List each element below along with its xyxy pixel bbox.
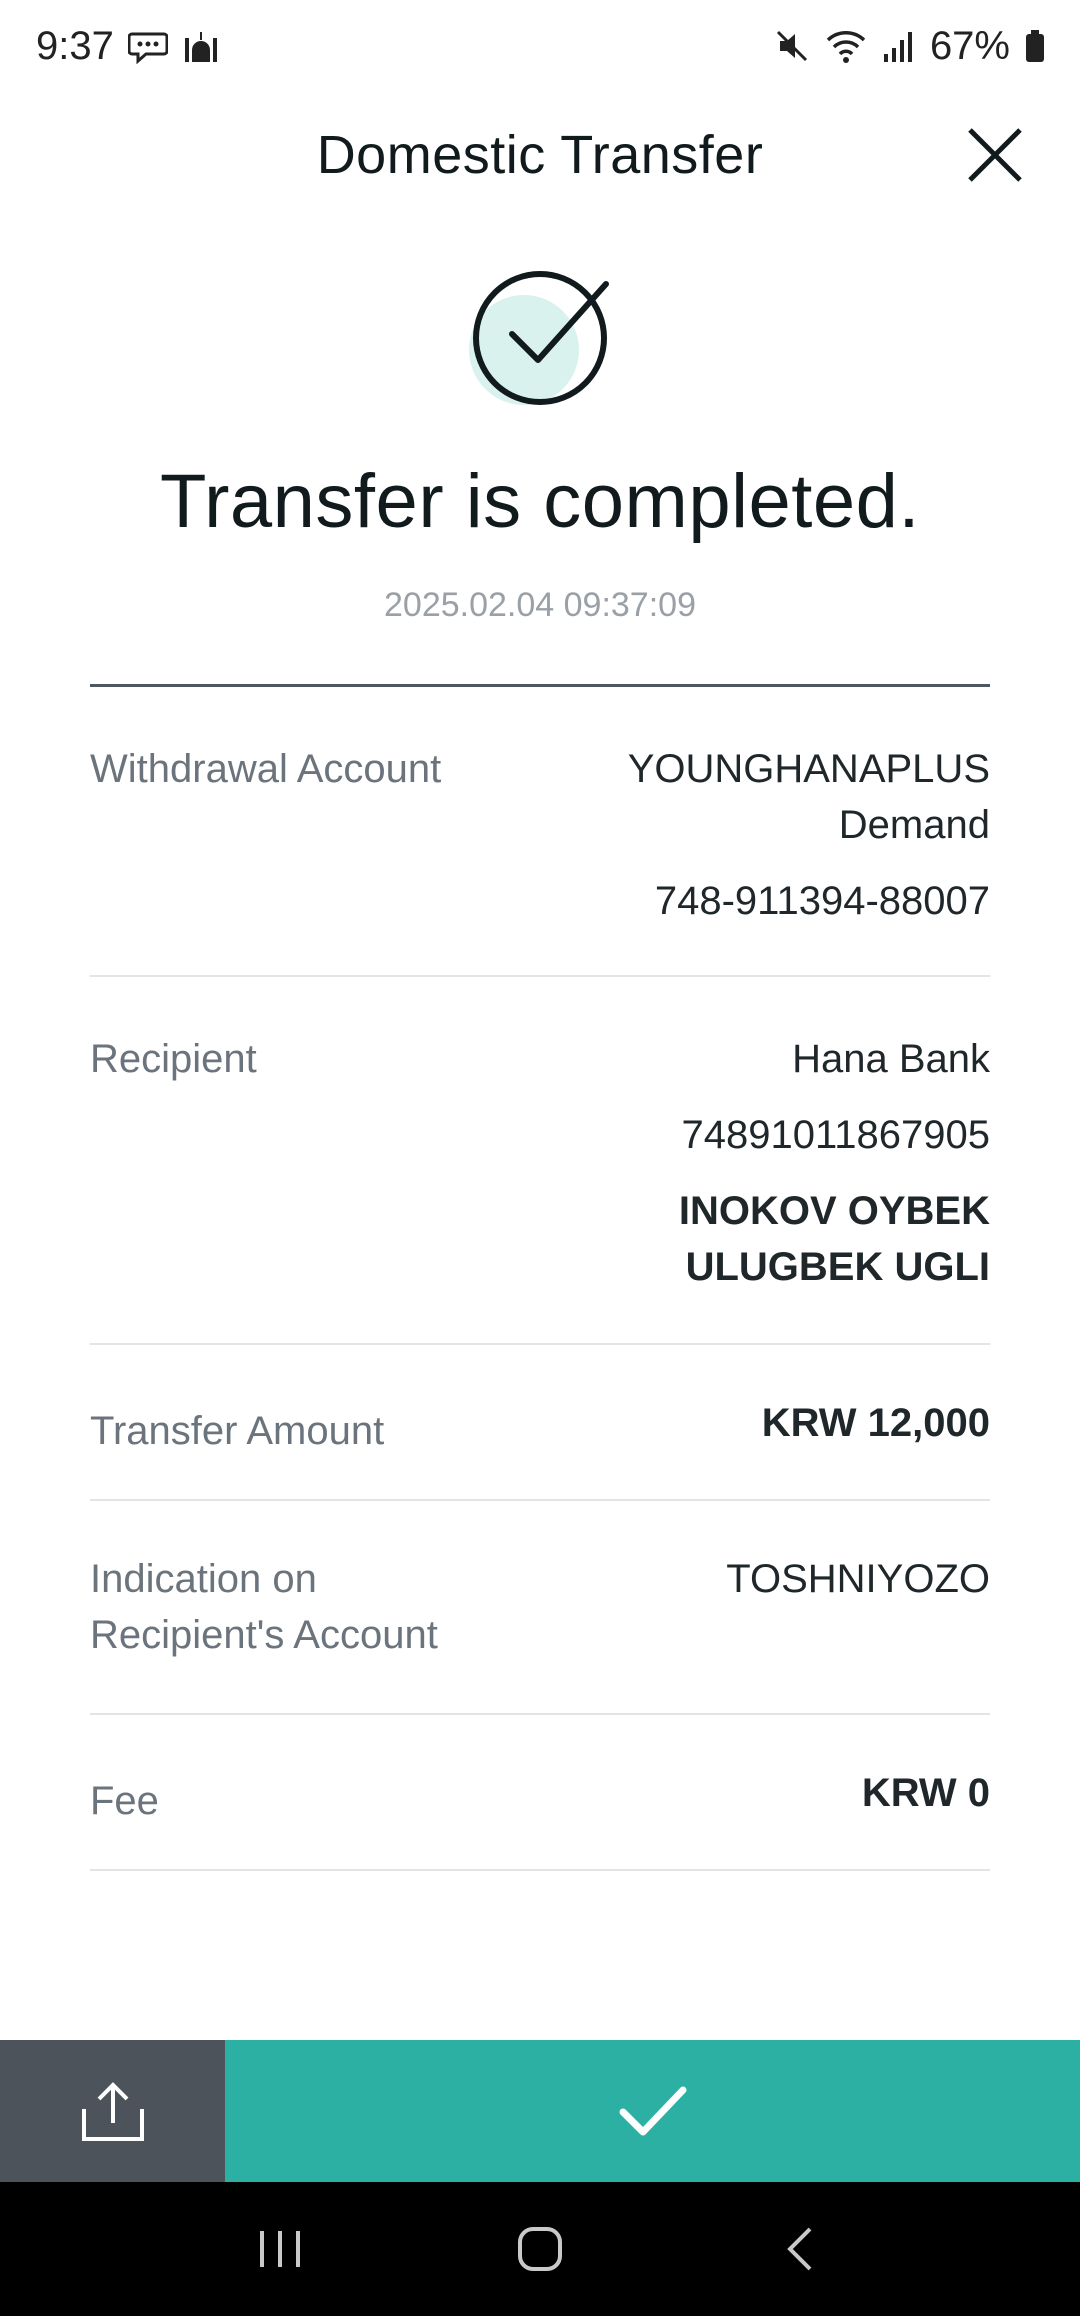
- close-icon: [968, 128, 1022, 182]
- mosque-icon: [182, 28, 220, 64]
- check-circle-icon: [462, 262, 622, 422]
- withdrawal-account-row: Withdrawal Account YOUNGHANAPLUS Demand …: [90, 687, 990, 977]
- signal-icon: [882, 28, 912, 64]
- home-icon: [518, 2227, 562, 2271]
- fee-values: KRW 0: [862, 1765, 990, 1821]
- back-button[interactable]: [755, 2204, 845, 2294]
- mute-icon: [774, 28, 810, 64]
- withdrawal-account-number: 748-911394-88007: [654, 879, 990, 923]
- transfer-amount-label: Transfer Amount: [90, 1409, 385, 1453]
- transfer-details: Withdrawal Account YOUNGHANAPLUS Demand …: [90, 687, 990, 1871]
- transfer-amount-values: KRW 12,000: [762, 1395, 990, 1451]
- home-button[interactable]: [495, 2204, 585, 2294]
- transfer-complete-screen: 9:37 67% Domestic Transfer Transfer is c…: [0, 0, 1080, 2316]
- indication-row: Indication on Recipient's Account TOSHNI…: [90, 1501, 990, 1715]
- share-button[interactable]: [0, 2040, 225, 2182]
- battery-level: 67%: [929, 23, 1010, 68]
- checkmark-icon: [619, 2086, 686, 2136]
- chat-icon: [127, 28, 168, 64]
- status-left: 9:37: [36, 24, 220, 69]
- action-bar: [0, 2040, 1080, 2182]
- indication-values: TOSHNIYOZO: [726, 1551, 990, 1607]
- recents-icon: [260, 2231, 300, 2267]
- withdrawal-account-name-line1: YOUNGHANAPLUS: [627, 747, 990, 791]
- fee-label: Fee: [90, 1779, 159, 1823]
- fee-value: KRW 0: [861, 1771, 990, 1815]
- wifi-icon: [824, 28, 868, 64]
- withdrawal-account-name-line2: Demand: [838, 803, 990, 847]
- page-title: Domestic Transfer: [316, 125, 764, 185]
- fee-row: Fee KRW 0: [90, 1715, 990, 1871]
- recipient-account-number: 74891011867905: [681, 1113, 990, 1157]
- close-button[interactable]: [960, 120, 1030, 190]
- status-time: 9:37: [36, 23, 114, 68]
- indication-label: Indication on Recipient's Account: [90, 1551, 438, 1663]
- transfer-amount-row: Transfer Amount KRW 12,000: [90, 1345, 990, 1501]
- withdrawal-account-label: Withdrawal Account: [90, 747, 442, 791]
- transfer-amount-value: KRW 12,000: [761, 1401, 990, 1445]
- confirm-button[interactable]: [225, 2040, 1080, 2182]
- back-icon: [787, 2227, 812, 2271]
- battery-icon: [1024, 28, 1046, 64]
- recipient-values: Hana Bank 74891011867905 INOKOV OYBEK UL…: [679, 1031, 990, 1295]
- indication-label-line2: Recipient's Account: [90, 1613, 438, 1657]
- share-icon: [81, 2082, 144, 2141]
- recipient-label: Recipient: [90, 1037, 257, 1081]
- indication-label-line1: Indication on: [90, 1557, 317, 1601]
- status-right: 67%: [774, 24, 1046, 69]
- recipient-name-line2: ULUGBEK UGLI: [685, 1245, 990, 1289]
- status-bar: 9:37 67%: [0, 0, 1080, 92]
- completion-title: Transfer is completed.: [159, 459, 920, 544]
- header: Domestic Transfer: [0, 100, 1080, 210]
- completion-timestamp: 2025.02.04 09:37:09: [384, 586, 696, 624]
- recipient-row: Recipient Hana Bank 74891011867905 INOKO…: [90, 977, 990, 1345]
- recipient-bank: Hana Bank: [792, 1037, 990, 1081]
- system-nav-bar: [0, 2182, 1080, 2316]
- withdrawal-account-values: YOUNGHANAPLUS Demand 748-911394-88007: [628, 741, 990, 929]
- recents-button[interactable]: [235, 2204, 325, 2294]
- indication-value: TOSHNIYOZO: [726, 1557, 990, 1601]
- recipient-name-line1: INOKOV OYBEK: [678, 1189, 990, 1233]
